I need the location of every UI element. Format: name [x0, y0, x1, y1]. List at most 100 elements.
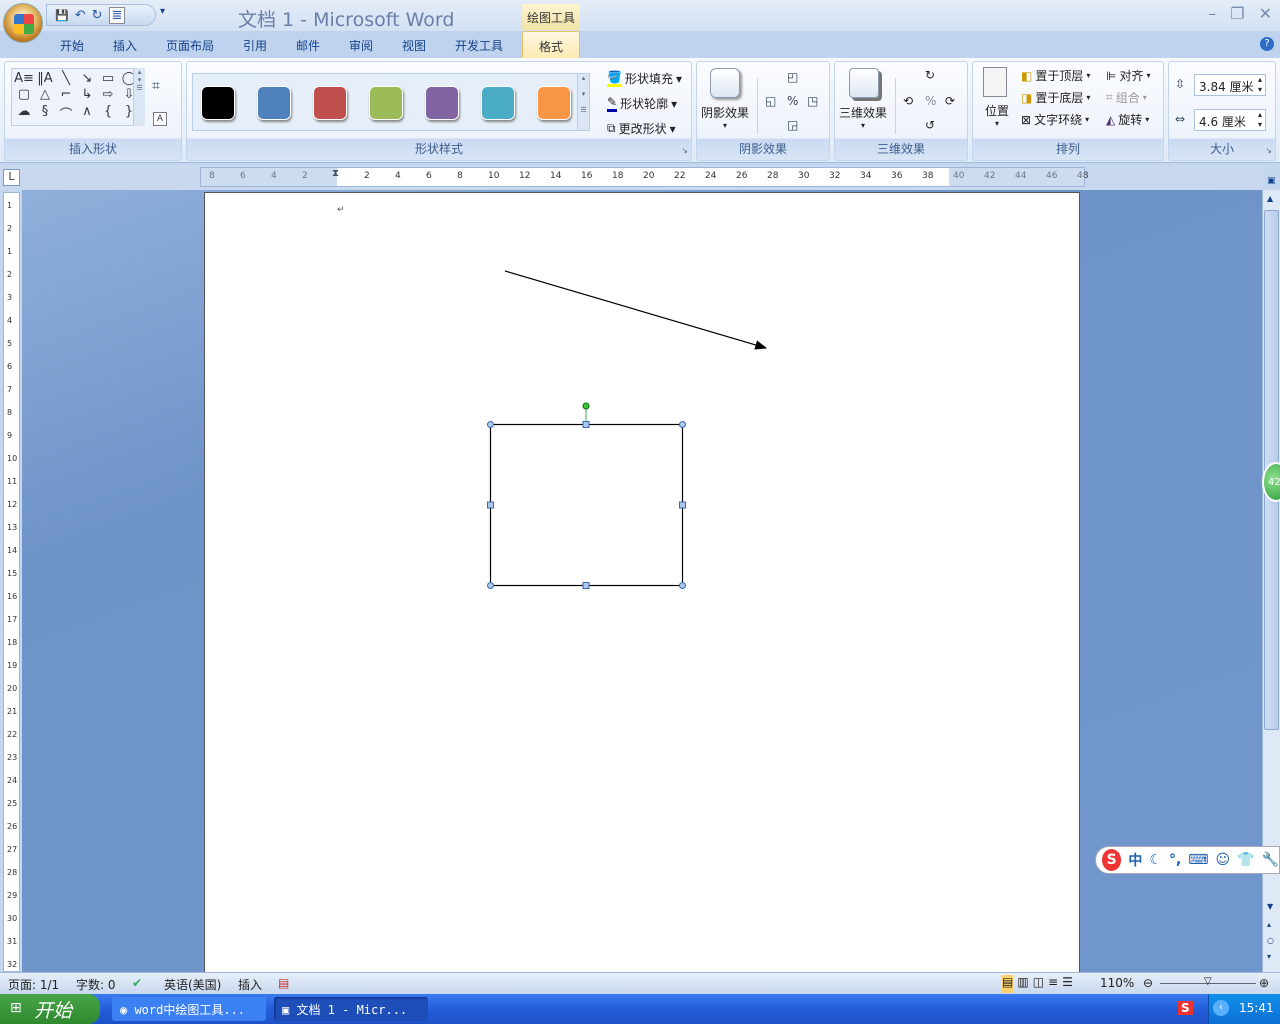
skin-icon[interactable]: 👕	[1237, 852, 1254, 868]
word-count[interactable]: 字数: 0	[76, 976, 116, 993]
shape-style-swatch[interactable]	[313, 86, 347, 120]
shape-option[interactable]: ↘	[77, 71, 97, 86]
change-shape-button[interactable]: ⧉ 更改形状 ▾	[607, 120, 676, 137]
next-page-icon[interactable]: ▾	[1267, 952, 1271, 961]
punctuation-icon[interactable]: °,	[1169, 852, 1181, 868]
insert-mode-indicator[interactable]: 插入	[238, 976, 262, 993]
resize-handle-sw[interactable]	[487, 582, 494, 589]
bring-to-front-button[interactable]: ◧ 置于顶层 ▾	[1021, 67, 1090, 84]
nudge-shadow-down-icon[interactable]: ◲	[787, 118, 798, 132]
rotate-button[interactable]: ◭ 旋转 ▾	[1106, 111, 1149, 128]
3d-effects-button[interactable]: 三维效果 ▾	[839, 104, 887, 130]
gallery-scroll[interactable]: ▴ ▾ ☰	[577, 74, 589, 130]
shape-option[interactable]: ▢	[14, 87, 34, 102]
sogou-tray-icon[interactable]: S	[1178, 1001, 1193, 1015]
draft-view-icon[interactable]: ☰	[1062, 975, 1073, 993]
help-icon[interactable]: ?	[1260, 37, 1274, 51]
user-icon[interactable]: ☺	[1216, 852, 1231, 868]
tab-review[interactable]: 审阅	[349, 37, 373, 54]
select-browse-object-icon[interactable]: ○	[1267, 936, 1274, 945]
resize-handle-nw[interactable]	[487, 421, 494, 428]
minimize-button[interactable]: –	[1208, 4, 1216, 23]
rectangle-shape[interactable]	[489, 423, 684, 587]
scroll-down-icon[interactable]: ▼	[1267, 902, 1273, 911]
shadow-toggle-icon[interactable]: %	[787, 94, 798, 108]
sogou-logo-icon[interactable]: S	[1102, 849, 1122, 871]
shape-style-swatch[interactable]	[257, 86, 291, 120]
shape-option[interactable]: △	[35, 87, 55, 102]
shape-style-swatch[interactable]	[481, 86, 515, 120]
group-button[interactable]: ⌗ 组合 ▾	[1106, 89, 1147, 106]
text-wrapping-button[interactable]: ⊠ 文字环绕 ▾	[1021, 111, 1089, 128]
shape-option[interactable]: ∧	[77, 104, 97, 123]
print-layout-view-icon[interactable]: ▤	[1002, 975, 1014, 993]
zoom-level[interactable]: 110%	[1100, 976, 1134, 990]
rotation-handle[interactable]	[582, 402, 590, 410]
moon-icon[interactable]: ☾	[1149, 852, 1162, 868]
language-indicator[interactable]: 英语(美国)	[164, 976, 221, 993]
tools-icon[interactable]: 🔧	[1262, 852, 1279, 868]
previous-page-icon[interactable]: ▴	[1267, 920, 1271, 929]
save-icon[interactable]: 💾	[55, 9, 69, 22]
shapes-gallery[interactable]: A≡ ‖A ╲ ↘ ▭ ◯ ▢ △ ⌐ ↳ ⇨ ⇩ ☁ § ⌒ ∧{}	[11, 68, 143, 126]
nudge-shadow-left-icon[interactable]: ◱	[765, 94, 776, 108]
resize-handle-w[interactable]	[487, 501, 494, 509]
tab-home[interactable]: 开始	[60, 37, 84, 54]
taskbar-item-browser[interactable]: ◉ word中绘图工具...	[112, 997, 266, 1021]
shape-option[interactable]: ▭	[98, 71, 118, 86]
full-screen-reading-icon[interactable]: ▥	[1017, 975, 1028, 993]
horizontal-ruler[interactable]: 8642246810121416182022242628303234363840…	[200, 167, 1088, 187]
format-icon[interactable]: ≣	[108, 6, 126, 24]
web-layout-icon[interactable]: ◫	[1033, 975, 1044, 993]
nudge-shadow-up-icon[interactable]: ◰	[787, 70, 798, 84]
shape-option[interactable]: {	[98, 104, 118, 123]
proofing-icon[interactable]: ✔	[132, 976, 142, 990]
shape-option[interactable]: ↳	[77, 87, 97, 102]
undo-icon[interactable]: ↶	[75, 8, 86, 23]
shape-height-input[interactable]: 3.84 厘米 ▴ ▾	[1194, 74, 1266, 96]
dialog-launcher-icon[interactable]: ↘	[1265, 146, 1272, 155]
zoom-in-icon[interactable]: ⊕	[1259, 976, 1269, 990]
shape-option[interactable]: ╲	[56, 71, 76, 86]
tab-developer[interactable]: 开发工具	[455, 37, 503, 54]
edit-points-icon[interactable]: ⌗	[152, 78, 160, 94]
restore-button[interactable]: ❐	[1230, 4, 1244, 23]
keyboard-icon[interactable]: ⌨	[1188, 852, 1208, 868]
tab-page-layout[interactable]: 页面布局	[166, 37, 214, 54]
shape-styles-gallery[interactable]: ▴ ▾ ☰	[192, 73, 590, 131]
show-hidden-icons[interactable]: ‹	[1213, 1000, 1229, 1016]
office-button[interactable]	[3, 3, 43, 43]
shape-option[interactable]: A≡	[14, 71, 34, 86]
send-to-back-button[interactable]: ◨ 置于底层 ▾	[1021, 89, 1090, 106]
resize-handle-n[interactable]	[582, 421, 590, 428]
shape-outline-button[interactable]: ✎ 形状轮廓 ▾	[607, 95, 677, 112]
shadow-effects-button[interactable]: 阴影效果 ▾	[701, 104, 749, 130]
ime-mode-toggle[interactable]: 中	[1128, 850, 1142, 870]
shape-style-swatch[interactable]	[537, 86, 571, 120]
scroll-up-icon[interactable]: ▲	[1267, 194, 1273, 203]
shape-option[interactable]: ⌒	[56, 104, 76, 123]
resize-handle-s[interactable]	[582, 582, 590, 589]
tab-insert[interactable]: 插入	[113, 37, 137, 54]
page-count[interactable]: 页面: 1/1	[8, 976, 59, 993]
shape-style-swatch[interactable]	[201, 86, 235, 120]
tilt-up-icon[interactable]: ↻	[925, 68, 935, 82]
gallery-scroll[interactable]: ▴ ▾ ☰	[133, 68, 145, 126]
resize-handle-se[interactable]	[679, 582, 686, 589]
3d-toggle-icon[interactable]: %	[925, 94, 936, 108]
zoom-out-icon[interactable]: ⊖	[1143, 976, 1153, 990]
vertical-ruler[interactable]: 1 2 1 2 3 4 5 6 7 8 9 10 11 12 13 14 15 16 17 18 19 20 21 22 23 2…	[3, 192, 20, 992]
tilt-right-icon[interactable]: ⟳	[945, 94, 955, 108]
text-box-icon[interactable]: A	[153, 112, 167, 126]
document-page[interactable]: ↵	[204, 192, 1080, 982]
taskbar-item-word[interactable]: ▣ 文档 1 - Micr...	[274, 997, 428, 1021]
macro-record-icon[interactable]: ▤	[278, 976, 289, 990]
resize-handle-e[interactable]	[679, 501, 686, 509]
shape-fill-button[interactable]: 🪣 形状填充 ▾	[607, 70, 682, 87]
tilt-left-icon[interactable]: ⟲	[903, 94, 913, 108]
shape-option[interactable]: ‖A	[35, 71, 55, 86]
indent-marker[interactable]: ⧗	[332, 168, 339, 179]
clock[interactable]: 15:41	[1239, 1001, 1274, 1015]
start-button[interactable]: ⊞ 开始	[0, 994, 100, 1024]
shape-option[interactable]: ☁	[14, 104, 34, 123]
